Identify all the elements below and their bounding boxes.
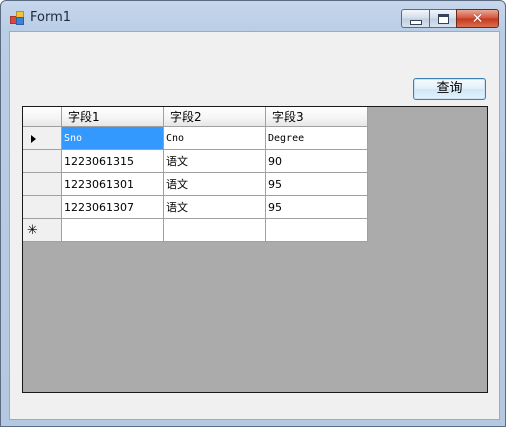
row-header[interactable] <box>23 172 62 196</box>
grid-cell[interactable] <box>265 218 368 242</box>
table-row[interactable]: 1223061301 语文 95 <box>23 172 368 196</box>
new-row-icon: ✳ <box>27 223 38 238</box>
grid-cell[interactable]: 1223061307 <box>61 195 164 219</box>
row-header[interactable]: ✳ <box>23 218 62 242</box>
minimize-button[interactable] <box>401 9 429 28</box>
client-area: 查询 字段1 字段2 字段3 Sno Cno Degree 1223061315… <box>9 31 500 420</box>
title-bar[interactable]: Form1 ✕ <box>1 1 505 31</box>
window-title: Form1 <box>30 10 72 25</box>
column-header-3[interactable]: 字段3 <box>265 107 368 127</box>
row-header[interactable] <box>23 126 62 150</box>
grid-cell[interactable]: Cno <box>163 126 266 150</box>
close-icon: ✕ <box>471 10 484 27</box>
grid-cell[interactable]: 语文 <box>163 172 266 196</box>
close-button[interactable]: ✕ <box>456 9 499 28</box>
table-row[interactable]: Sno Cno Degree <box>23 126 368 150</box>
new-row[interactable]: ✳ <box>23 218 368 242</box>
minimize-icon <box>409 19 422 25</box>
grid-cell[interactable]: 95 <box>265 172 368 196</box>
grid-cell[interactable]: Degree <box>265 126 368 150</box>
grid-cell[interactable]: 90 <box>265 149 368 173</box>
arrow-right-icon <box>31 134 36 143</box>
data-grid[interactable]: 字段1 字段2 字段3 Sno Cno Degree 1223061315 语文 <box>22 106 488 393</box>
grid-table: 字段1 字段2 字段3 Sno Cno Degree 1223061315 语文 <box>23 107 368 242</box>
column-header-2[interactable]: 字段2 <box>163 107 266 127</box>
grid-corner-header[interactable] <box>23 107 62 127</box>
row-header[interactable] <box>23 149 62 173</box>
maximize-icon <box>437 13 449 24</box>
grid-cell[interactable]: 1223061315 <box>61 149 164 173</box>
grid-cell[interactable]: 语文 <box>163 149 266 173</box>
grid-cell[interactable]: 语文 <box>163 195 266 219</box>
column-header-1[interactable]: 字段1 <box>61 107 164 127</box>
grid-cell[interactable] <box>61 218 164 242</box>
grid-header-row: 字段1 字段2 字段3 <box>23 107 368 127</box>
row-header[interactable] <box>23 195 62 219</box>
query-button[interactable]: 查询 <box>413 78 486 100</box>
grid-cell[interactable] <box>163 218 266 242</box>
caption-buttons: ✕ <box>401 9 499 28</box>
table-row[interactable]: 1223061315 语文 90 <box>23 149 368 173</box>
app-icon <box>10 11 24 25</box>
window-frame: Form1 ✕ 查询 字段1 字段2 字段3 Sno Cno Degree 12… <box>0 0 506 427</box>
grid-cell[interactable]: 95 <box>265 195 368 219</box>
grid-cell[interactable]: Sno <box>61 126 164 150</box>
maximize-button[interactable] <box>429 9 456 28</box>
grid-cell[interactable]: 1223061301 <box>61 172 164 196</box>
table-row[interactable]: 1223061307 语文 95 <box>23 195 368 219</box>
